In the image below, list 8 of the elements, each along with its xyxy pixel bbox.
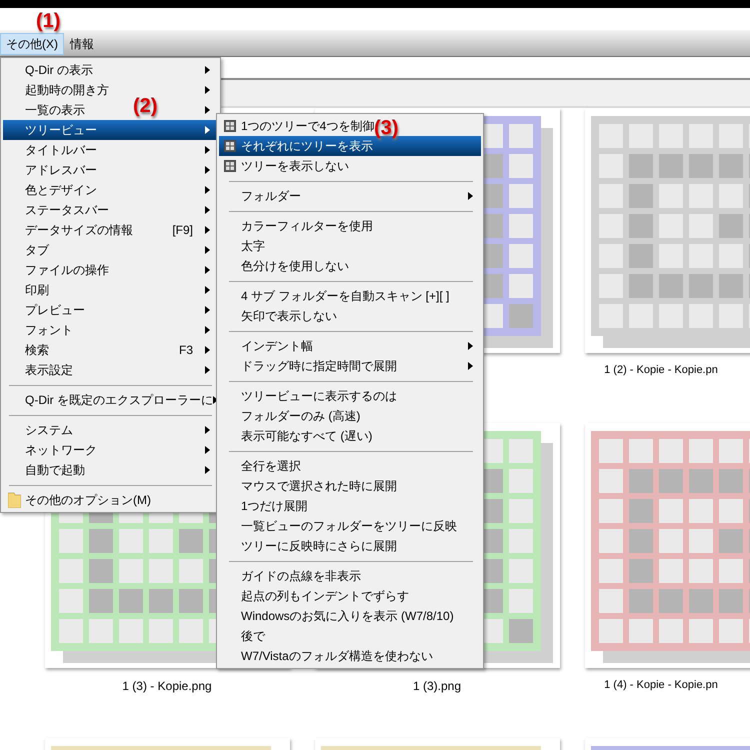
- file-name: 1 (2) - Kopie - Kopie.pn: [604, 363, 718, 378]
- file-name: 1 (3).png: [412, 678, 462, 695]
- shortcut-label: F3: [178, 342, 193, 359]
- annotation-label: (2): [133, 94, 158, 119]
- file-name: 1 (3) - Kopie.png: [122, 678, 212, 695]
- shortcut-label: [F9]: [172, 222, 193, 239]
- annotation-label: (1): [36, 9, 60, 34]
- file-name: 1 (4) - Kopie - Kopie.pn: [604, 678, 718, 693]
